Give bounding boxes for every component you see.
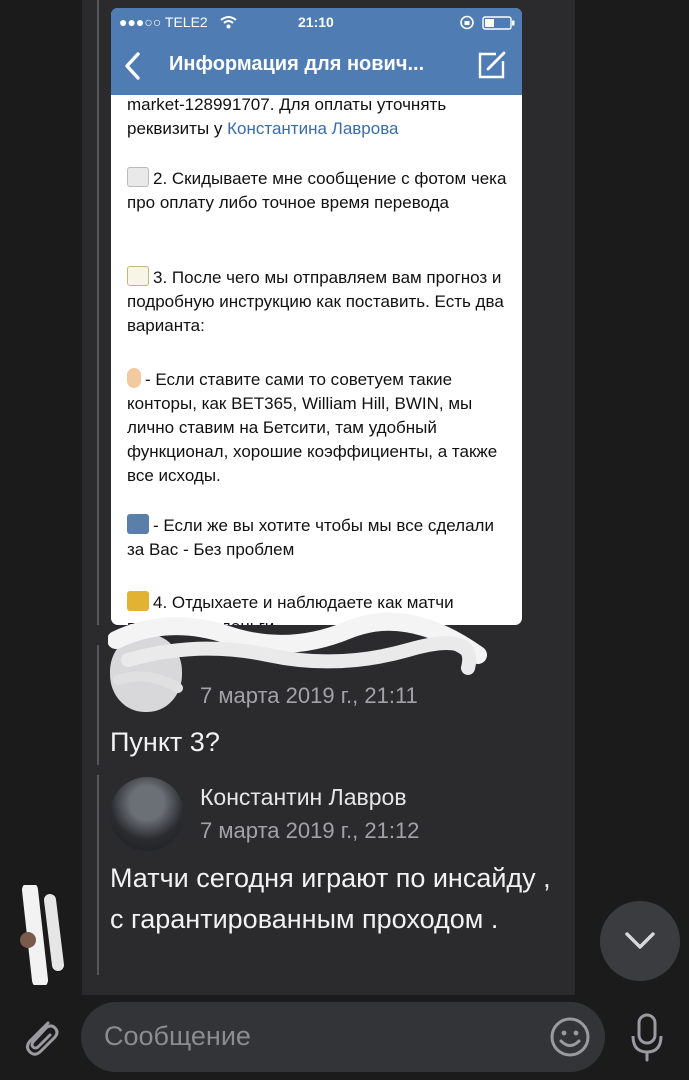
message-date: 7 марта 2019 г., 21:11 xyxy=(200,683,418,708)
paperclip-icon[interactable] xyxy=(20,1015,62,1059)
redaction-scribble xyxy=(20,885,64,985)
megaphone-emoji-icon xyxy=(127,591,149,611)
paragraph-text: 3. После чего мы отправляем вам прогноз … xyxy=(127,268,504,335)
message-text: Пункт 3? xyxy=(110,727,220,757)
thread-line xyxy=(97,645,99,765)
chevron-left-icon[interactable] xyxy=(123,52,141,80)
scroll-to-bottom-button[interactable] xyxy=(600,901,680,981)
embedded-clock: 21:10 xyxy=(298,14,334,30)
thread-line xyxy=(97,0,99,625)
lock-rotation-icon xyxy=(460,15,474,30)
wifi-icon xyxy=(220,16,237,29)
embedded-status-bar: ●●●○○ TELE2 21:10 xyxy=(111,8,522,37)
author-link[interactable]: Константина Лаврова xyxy=(227,119,398,138)
memo-emoji-icon xyxy=(127,266,149,286)
message-input-placeholder: Сообщение xyxy=(104,1021,251,1051)
point-up-emoji-icon xyxy=(127,368,141,388)
paragraph-option-2: - Если же вы хотите чтобы мы все сделали… xyxy=(127,514,512,562)
businessman-emoji-icon xyxy=(127,514,149,534)
paragraph-option-1: - Если ставите сами то советуем такие ко… xyxy=(127,368,512,488)
paragraph-text: 2. Скидываете мне сообщение с фотом чека… xyxy=(127,169,507,212)
carrier-label: ●●●○○ TELE2 xyxy=(119,14,208,30)
message-date: 7 марта 2019 г., 21:12 xyxy=(200,818,420,843)
avatar[interactable] xyxy=(110,777,184,851)
page-emoji-icon xyxy=(127,167,149,187)
paragraph-step-2: 2. Скидываете мне сообщение с фотом чека… xyxy=(127,167,512,215)
paragraph-payment: market-128991707. Для оплаты уточнять ре… xyxy=(127,95,512,141)
battery-icon xyxy=(482,16,515,30)
emoji-icon[interactable] xyxy=(549,1016,591,1058)
embedded-content: market-128991707. Для оплаты уточнять ре… xyxy=(111,95,522,625)
paragraph-step-3: 3. После чего мы отправляем вам прогноз … xyxy=(127,266,512,338)
attached-screenshot[interactable]: ●●●○○ TELE2 21:10 Информация для нович..… xyxy=(111,8,522,625)
message-text: Матчи сегодня играют по инсайду , с гара… xyxy=(110,863,551,934)
microphone-icon[interactable] xyxy=(630,1012,664,1062)
chevron-down-icon xyxy=(625,932,655,949)
thread-line xyxy=(97,775,99,975)
compose-icon[interactable] xyxy=(476,49,508,81)
sender-name[interactable]: Константин Лавров xyxy=(200,784,407,811)
embedded-nav-bar: Информация для нович... xyxy=(111,37,522,95)
paragraph-text: - Если ставите сами то советуем такие ко… xyxy=(127,370,498,485)
paragraph-text: - Если же вы хотите чтобы мы все сделали… xyxy=(127,516,494,559)
embedded-page-title: Информация для нович... xyxy=(169,53,425,75)
